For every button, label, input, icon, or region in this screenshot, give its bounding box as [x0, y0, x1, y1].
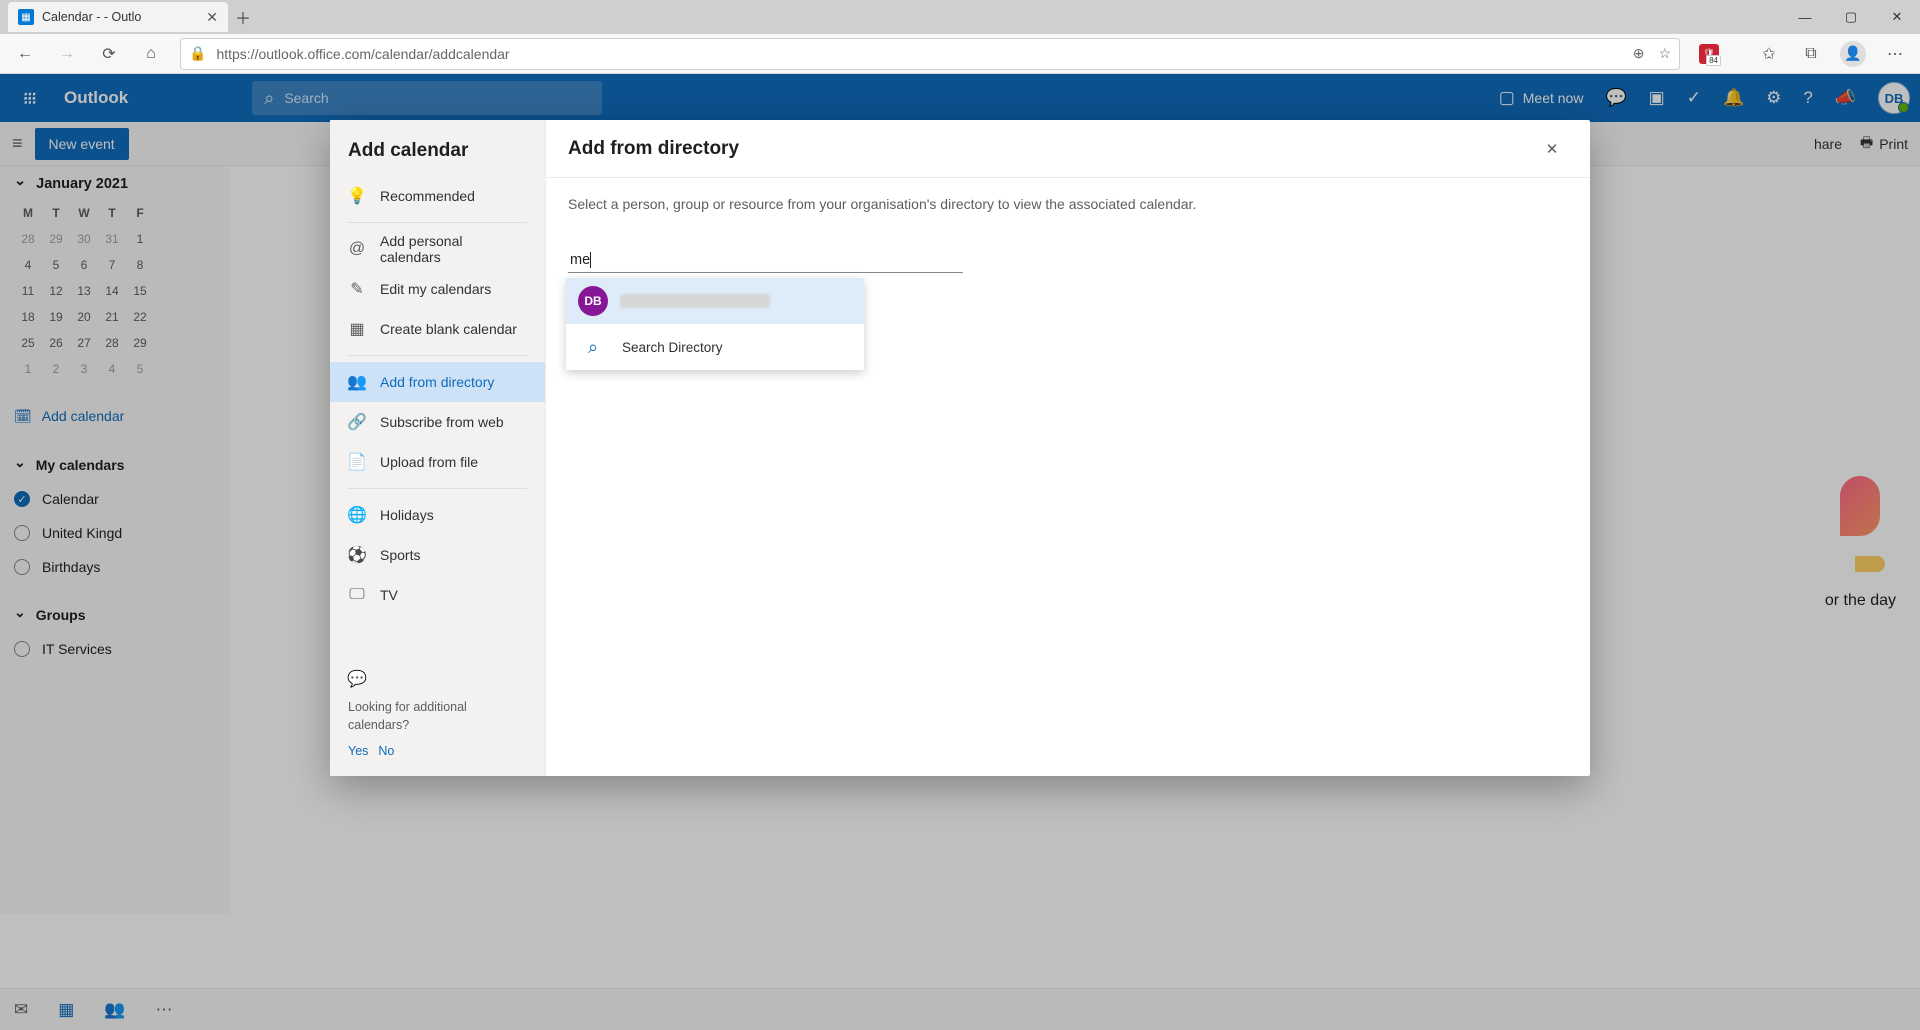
panel-title: Add from directory [568, 138, 739, 160]
person-name-redacted [620, 294, 770, 308]
file-icon: 📄 [348, 452, 366, 472]
feedback-no[interactable]: No [378, 744, 394, 758]
browser-tab[interactable]: ▦ Calendar - - Outlo ✕ [8, 2, 228, 32]
favorites-icon[interactable]: ✩ [1750, 36, 1788, 72]
nav-add-from-directory[interactable]: 👥Add from directory [330, 362, 545, 402]
search-icon [578, 337, 608, 358]
extension-adblock-icon[interactable]: 🛡84 [1690, 36, 1728, 72]
window-minimize-button[interactable]: — [1782, 0, 1828, 34]
browser-toolbar: ← → ⟳ ⌂ 🔒 https://outlook.office.com/cal… [0, 34, 1920, 74]
calendar-blank-icon: ▦ [348, 319, 366, 339]
tv-icon: 🖵 [348, 586, 366, 604]
collections-icon[interactable]: ⧉ [1792, 36, 1830, 72]
address-url: https://outlook.office.com/calendar/addc… [216, 46, 509, 62]
lightbulb-icon: 💡 [348, 186, 366, 206]
nav-sports[interactable]: ⚽Sports [330, 535, 545, 575]
feedback-icon: 💬 [348, 669, 366, 689]
person-avatar: DB [578, 286, 608, 316]
tab-title: Calendar - - Outlo [42, 10, 141, 24]
sports-icon: ⚽ [348, 545, 366, 565]
close-icon[interactable]: ✕ [206, 9, 218, 26]
new-tab-button[interactable]: ＋ [228, 2, 258, 32]
calendar-favicon-icon: ▦ [18, 9, 34, 25]
nav-upload-file[interactable]: 📄Upload from file [330, 442, 545, 482]
browser-tab-strip: ▦ Calendar - - Outlo ✕ ＋ — ▢ ✕ [0, 0, 1920, 34]
window-close-button[interactable]: ✕ [1874, 0, 1920, 34]
profile-button[interactable]: 👤 [1834, 36, 1872, 72]
nav-back-button[interactable]: ← [6, 36, 44, 72]
modal-nav: Add calendar 💡Recommended @Add personal … [330, 120, 546, 776]
nav-add-personal[interactable]: @Add personal calendars [330, 229, 545, 269]
address-bar[interactable]: 🔒 https://outlook.office.com/calendar/ad… [180, 38, 1680, 70]
feedback-yes[interactable]: Yes [348, 744, 368, 758]
nav-forward-button[interactable]: → [48, 36, 86, 72]
panel-description: Select a person, group or resource from … [568, 196, 1568, 212]
directory-search-input[interactable]: me​ [568, 248, 963, 273]
browser-menu-button[interactable]: ⋯ [1876, 36, 1914, 72]
add-app-icon[interactable]: ⊕ [1633, 45, 1645, 62]
lock-icon: 🔒 [189, 45, 206, 62]
nav-edit-calendars[interactable]: ✎Edit my calendars [330, 269, 545, 309]
nav-create-blank[interactable]: ▦Create blank calendar [330, 309, 545, 349]
directory-suggestions: DB Search Directory [566, 278, 864, 370]
globe-icon: 🌐 [348, 505, 366, 525]
window-maximize-button[interactable]: ▢ [1828, 0, 1874, 34]
nav-tv[interactable]: 🖵TV [330, 575, 545, 615]
nav-home-button[interactable]: ⌂ [132, 36, 170, 72]
at-icon: @ [348, 240, 366, 258]
nav-holidays[interactable]: 🌐Holidays [330, 495, 545, 535]
modal-footer-question: 💬 Looking for additional calendars? Yes … [330, 669, 545, 766]
nav-subscribe-web[interactable]: 🔗Subscribe from web [330, 402, 545, 442]
people-icon: 👥 [348, 372, 366, 392]
add-calendar-modal: Add calendar 💡Recommended @Add personal … [330, 120, 1590, 776]
link-icon: 🔗 [348, 412, 366, 432]
search-directory-item[interactable]: Search Directory [566, 324, 864, 370]
close-icon[interactable]: ✕ [1536, 133, 1568, 165]
edit-icon: ✎ [348, 279, 366, 299]
favorite-icon[interactable]: ☆ [1658, 45, 1671, 62]
nav-recommended[interactable]: 💡Recommended [330, 176, 545, 216]
modal-title: Add calendar [330, 134, 545, 176]
suggestion-item[interactable]: DB [566, 278, 864, 324]
nav-refresh-button[interactable]: ⟳ [90, 36, 128, 72]
